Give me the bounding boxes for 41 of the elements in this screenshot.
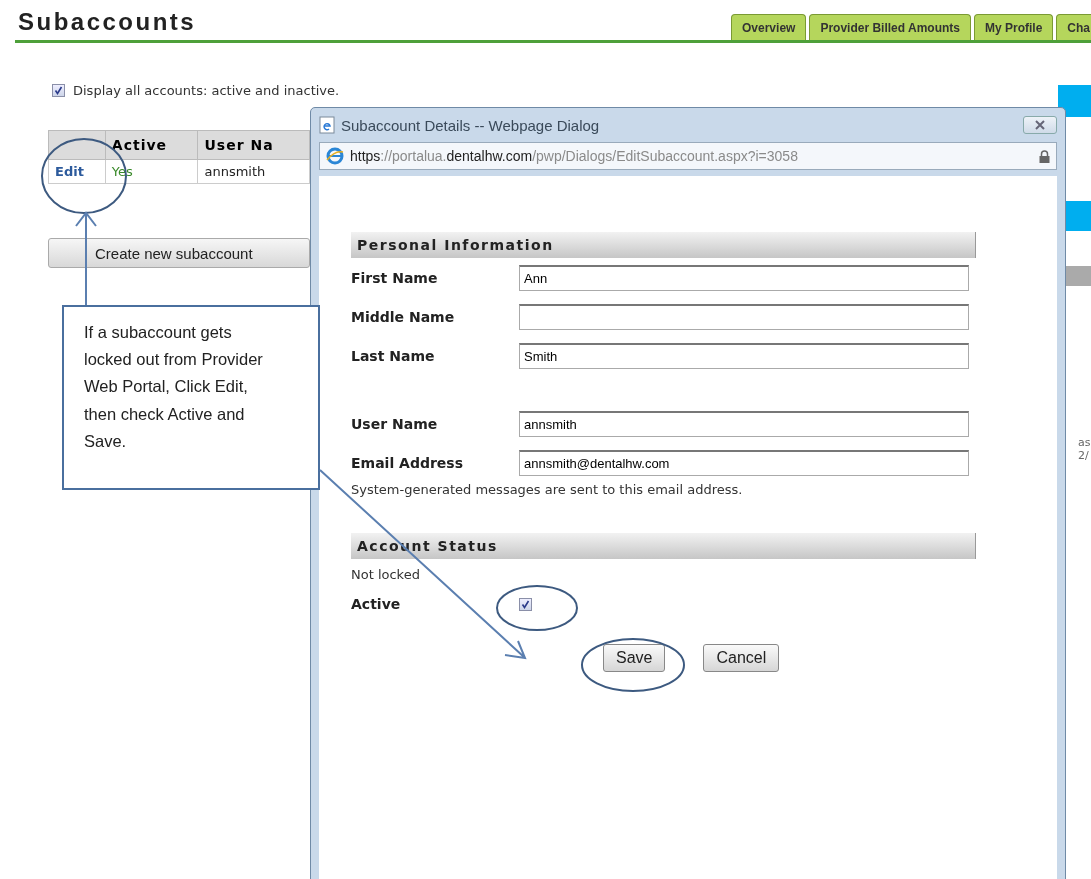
- checkbox[interactable]: [52, 84, 65, 97]
- tab[interactable]: Provider Billed Amounts: [809, 14, 971, 40]
- tab[interactable]: My Profile: [973, 14, 1054, 40]
- field-label: Active: [351, 596, 402, 612]
- close-button[interactable]: [1023, 116, 1057, 134]
- section-header: Personal Information: [351, 232, 976, 258]
- column-header: User Na: [198, 130, 310, 160]
- column-header: Active: [105, 130, 198, 160]
- side-text: as: [1078, 436, 1091, 449]
- checkbox[interactable]: [519, 597, 532, 611]
- help-text: Not locked: [351, 567, 421, 582]
- cancel-button[interactable]: Cancel: [703, 644, 780, 672]
- close-icon: [1035, 120, 1045, 130]
- tab[interactable]: Cha: [1056, 14, 1091, 40]
- url-text: https://portalua.dentalhw.com/pwp/Dialogs/EditSubaccount.aspx?i=3058: [350, 148, 799, 164]
- checkbox-label: Display all accounts: active and inactive.: [73, 83, 340, 98]
- field-label: User Name: [351, 415, 439, 432]
- text-field[interactable]: annsmith@dentalhw.com: [519, 449, 969, 476]
- page-title: Subaccounts: [18, 8, 197, 36]
- callout-box: If a subaccount gets locked out from Provider Web Portal, Click Edit, then check Active and Save.: [62, 305, 320, 490]
- field-label: Last Name: [351, 347, 436, 364]
- text-field[interactable]: Ann: [519, 264, 969, 291]
- side-panel-header: [1058, 85, 1091, 117]
- help-text: System-generated messages are sent to this email address.: [351, 482, 744, 497]
- table-cell: annsmith: [198, 159, 310, 184]
- address-bar[interactable]: https://portalua.dentalhw.com/pwp/Dialogs/EditSubaccount.aspx?i=3058: [319, 142, 1057, 170]
- browser-icon: [326, 147, 344, 165]
- side-text: 2/: [1078, 449, 1090, 462]
- field-label: Email Address: [351, 454, 464, 471]
- text-field[interactable]: Smith: [519, 342, 969, 369]
- field-label: Middle Name: [351, 308, 456, 325]
- text-field[interactable]: annsmith: [519, 410, 969, 437]
- lock-icon: [1039, 149, 1050, 163]
- save-button[interactable]: Save: [603, 644, 666, 672]
- dialog-title: Subaccount Details -- Webpage Dialog: [341, 116, 601, 134]
- tab[interactable]: Overview: [731, 14, 807, 40]
- column-header: [48, 130, 106, 160]
- text-field[interactable]: [519, 303, 969, 330]
- field-label: First Name: [351, 269, 439, 286]
- create-subaccount-button[interactable]: Create new subaccount: [48, 238, 310, 268]
- page-icon: [319, 116, 335, 134]
